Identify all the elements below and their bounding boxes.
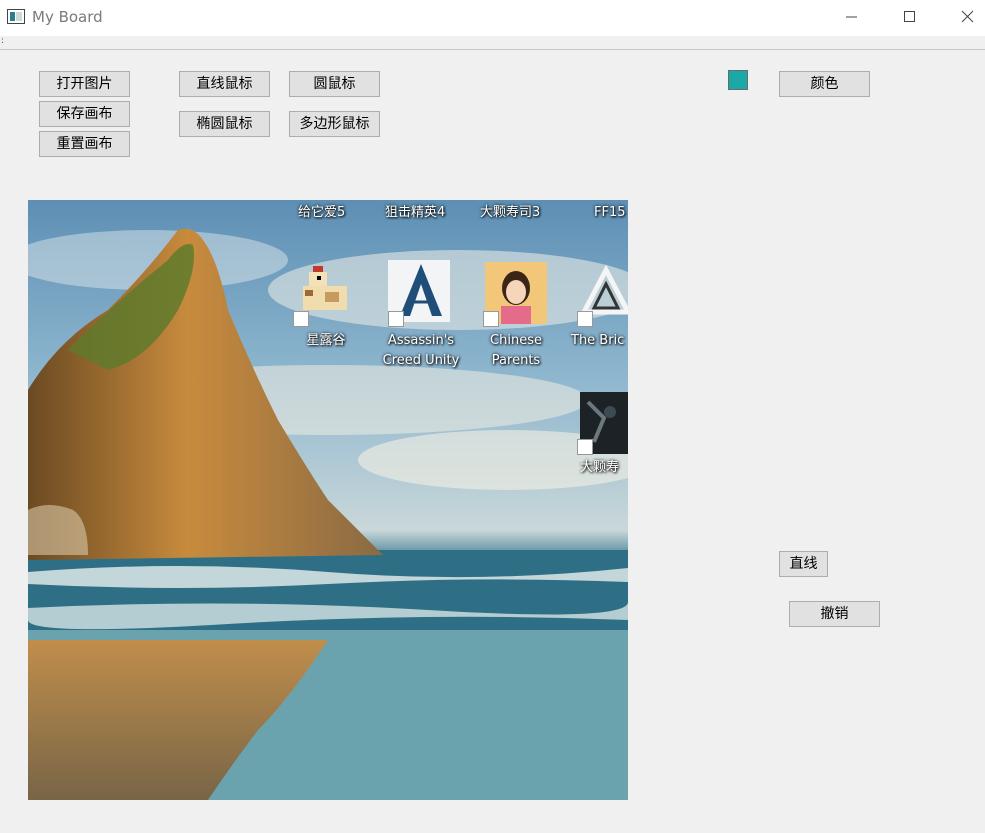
reset-canvas-button[interactable]: 重置画布 xyxy=(39,131,130,157)
desktop-label: 给它爱5 xyxy=(298,205,346,220)
ellipse-mouse-button[interactable]: 椭圆鼠标 xyxy=(179,111,270,137)
shortcut-arrow-icon xyxy=(293,311,309,327)
shortcut-arrow-icon xyxy=(388,311,404,327)
desktop-label: FF15 xyxy=(594,205,626,220)
desktop-icon-label: 星露谷 xyxy=(306,333,346,348)
title-bar: My Board xyxy=(0,0,985,36)
menu-bar: : xyxy=(0,36,985,50)
shortcut-arrow-icon xyxy=(483,311,499,327)
polygon-mouse-button[interactable]: 多边形鼠标 xyxy=(289,111,380,137)
maximize-button[interactable] xyxy=(880,0,938,36)
save-canvas-button[interactable]: 保存画布 xyxy=(39,101,130,127)
app-icon xyxy=(7,9,25,24)
close-icon xyxy=(961,10,974,23)
open-image-button[interactable]: 打开图片 xyxy=(39,71,130,97)
toolbar-grip-icon[interactable]: : xyxy=(1,37,4,46)
desktop-icon-label: Chinese xyxy=(490,333,542,348)
minimize-button[interactable] xyxy=(822,0,880,36)
desktop-icon-label: Assassin's xyxy=(387,333,455,348)
line-mouse-button[interactable]: 直线鼠标 xyxy=(179,71,270,97)
desktop-icon-label: The Bric xyxy=(571,333,625,348)
undo-button[interactable]: 撤销 xyxy=(789,601,880,627)
window-title: My Board xyxy=(32,8,103,26)
drawing-canvas[interactable]: 给它爱5 狙击精英4 大颗寿司3 FF15 星露谷 Assassin's Cre… xyxy=(28,200,628,800)
line-button[interactable]: 直线 xyxy=(779,551,828,577)
shortcut-arrow-icon xyxy=(577,439,593,455)
desktop-label: 狙击精英4 xyxy=(385,205,446,220)
minimize-icon xyxy=(846,16,857,18)
desktop-icon-label: Creed Unity xyxy=(382,353,460,368)
current-color-swatch[interactable] xyxy=(728,70,748,90)
shortcut-arrow-icon xyxy=(577,311,593,327)
circle-mouse-button[interactable]: 圆鼠标 xyxy=(289,71,380,97)
maximize-icon xyxy=(904,11,915,22)
desktop-icon-label: 大颗寿 xyxy=(580,460,620,475)
desktop-icon-label: Parents xyxy=(491,353,541,368)
desktop-label: 大颗寿司3 xyxy=(480,205,541,220)
close-button[interactable] xyxy=(938,0,985,36)
color-button[interactable]: 颜色 xyxy=(779,71,870,97)
